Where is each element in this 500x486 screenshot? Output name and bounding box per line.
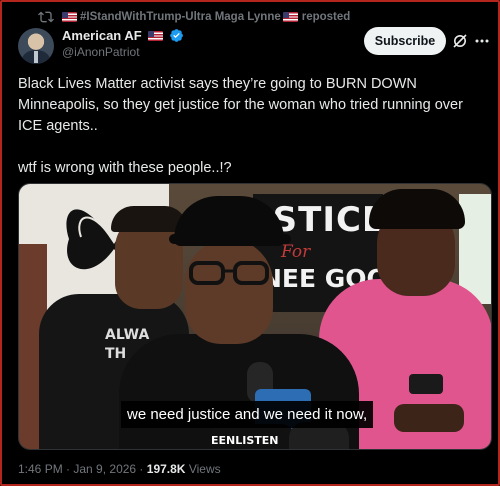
author-block[interactable]: American AF @iAnonPatriot bbox=[62, 28, 184, 59]
views-count: 197.8K bbox=[146, 462, 186, 476]
tweet-paragraph: wtf is wrong with these people..!? bbox=[18, 160, 232, 176]
sign-for-text: For bbox=[281, 242, 311, 262]
repost-user[interactable]: #IStandWithTrump-Ultra Maga Lynne bbox=[80, 11, 281, 23]
tweet-meta: 1:46 PM · Jan 9, 2026 · 197.8K Views bbox=[18, 462, 221, 476]
author-handle[interactable]: @iAnonPatriot bbox=[62, 45, 184, 59]
avatar[interactable] bbox=[18, 28, 54, 64]
flag-icon bbox=[62, 12, 77, 22]
tweet-date[interactable]: Jan 9, 2026 bbox=[73, 462, 136, 476]
views-label: Views bbox=[188, 462, 221, 476]
mic-flag-text: EENLISTEN bbox=[211, 434, 279, 447]
verified-badge-icon bbox=[169, 28, 184, 43]
shirt-text: ALWA bbox=[105, 327, 150, 343]
shirt-text: TH bbox=[105, 346, 127, 362]
tweet-text: Black Lives Matter activist says they’re… bbox=[18, 74, 488, 179]
tweet-time[interactable]: 1:46 PM bbox=[18, 462, 63, 476]
video-thumbnail[interactable]: JSTICE For NEE GOO ALWA TH EENLISTEN we … bbox=[18, 183, 492, 450]
flag-icon bbox=[147, 30, 163, 41]
repost-header[interactable]: #IStandWithTrump-Ultra Maga Lynne repost… bbox=[38, 9, 350, 25]
video-caption: we need justice and we need it now, bbox=[121, 401, 374, 428]
grok-icon[interactable] bbox=[452, 33, 468, 49]
repost-action: reposted bbox=[301, 11, 351, 23]
repost-icon bbox=[38, 9, 54, 25]
author-name[interactable]: American AF bbox=[62, 28, 142, 43]
subscribe-button[interactable]: Subscribe bbox=[364, 27, 446, 55]
more-options-icon[interactable] bbox=[474, 33, 490, 49]
tweet-paragraph: Black Lives Matter activist says they’re… bbox=[18, 76, 467, 134]
flag-icon bbox=[282, 12, 298, 22]
glasses-graphic bbox=[189, 261, 269, 285]
